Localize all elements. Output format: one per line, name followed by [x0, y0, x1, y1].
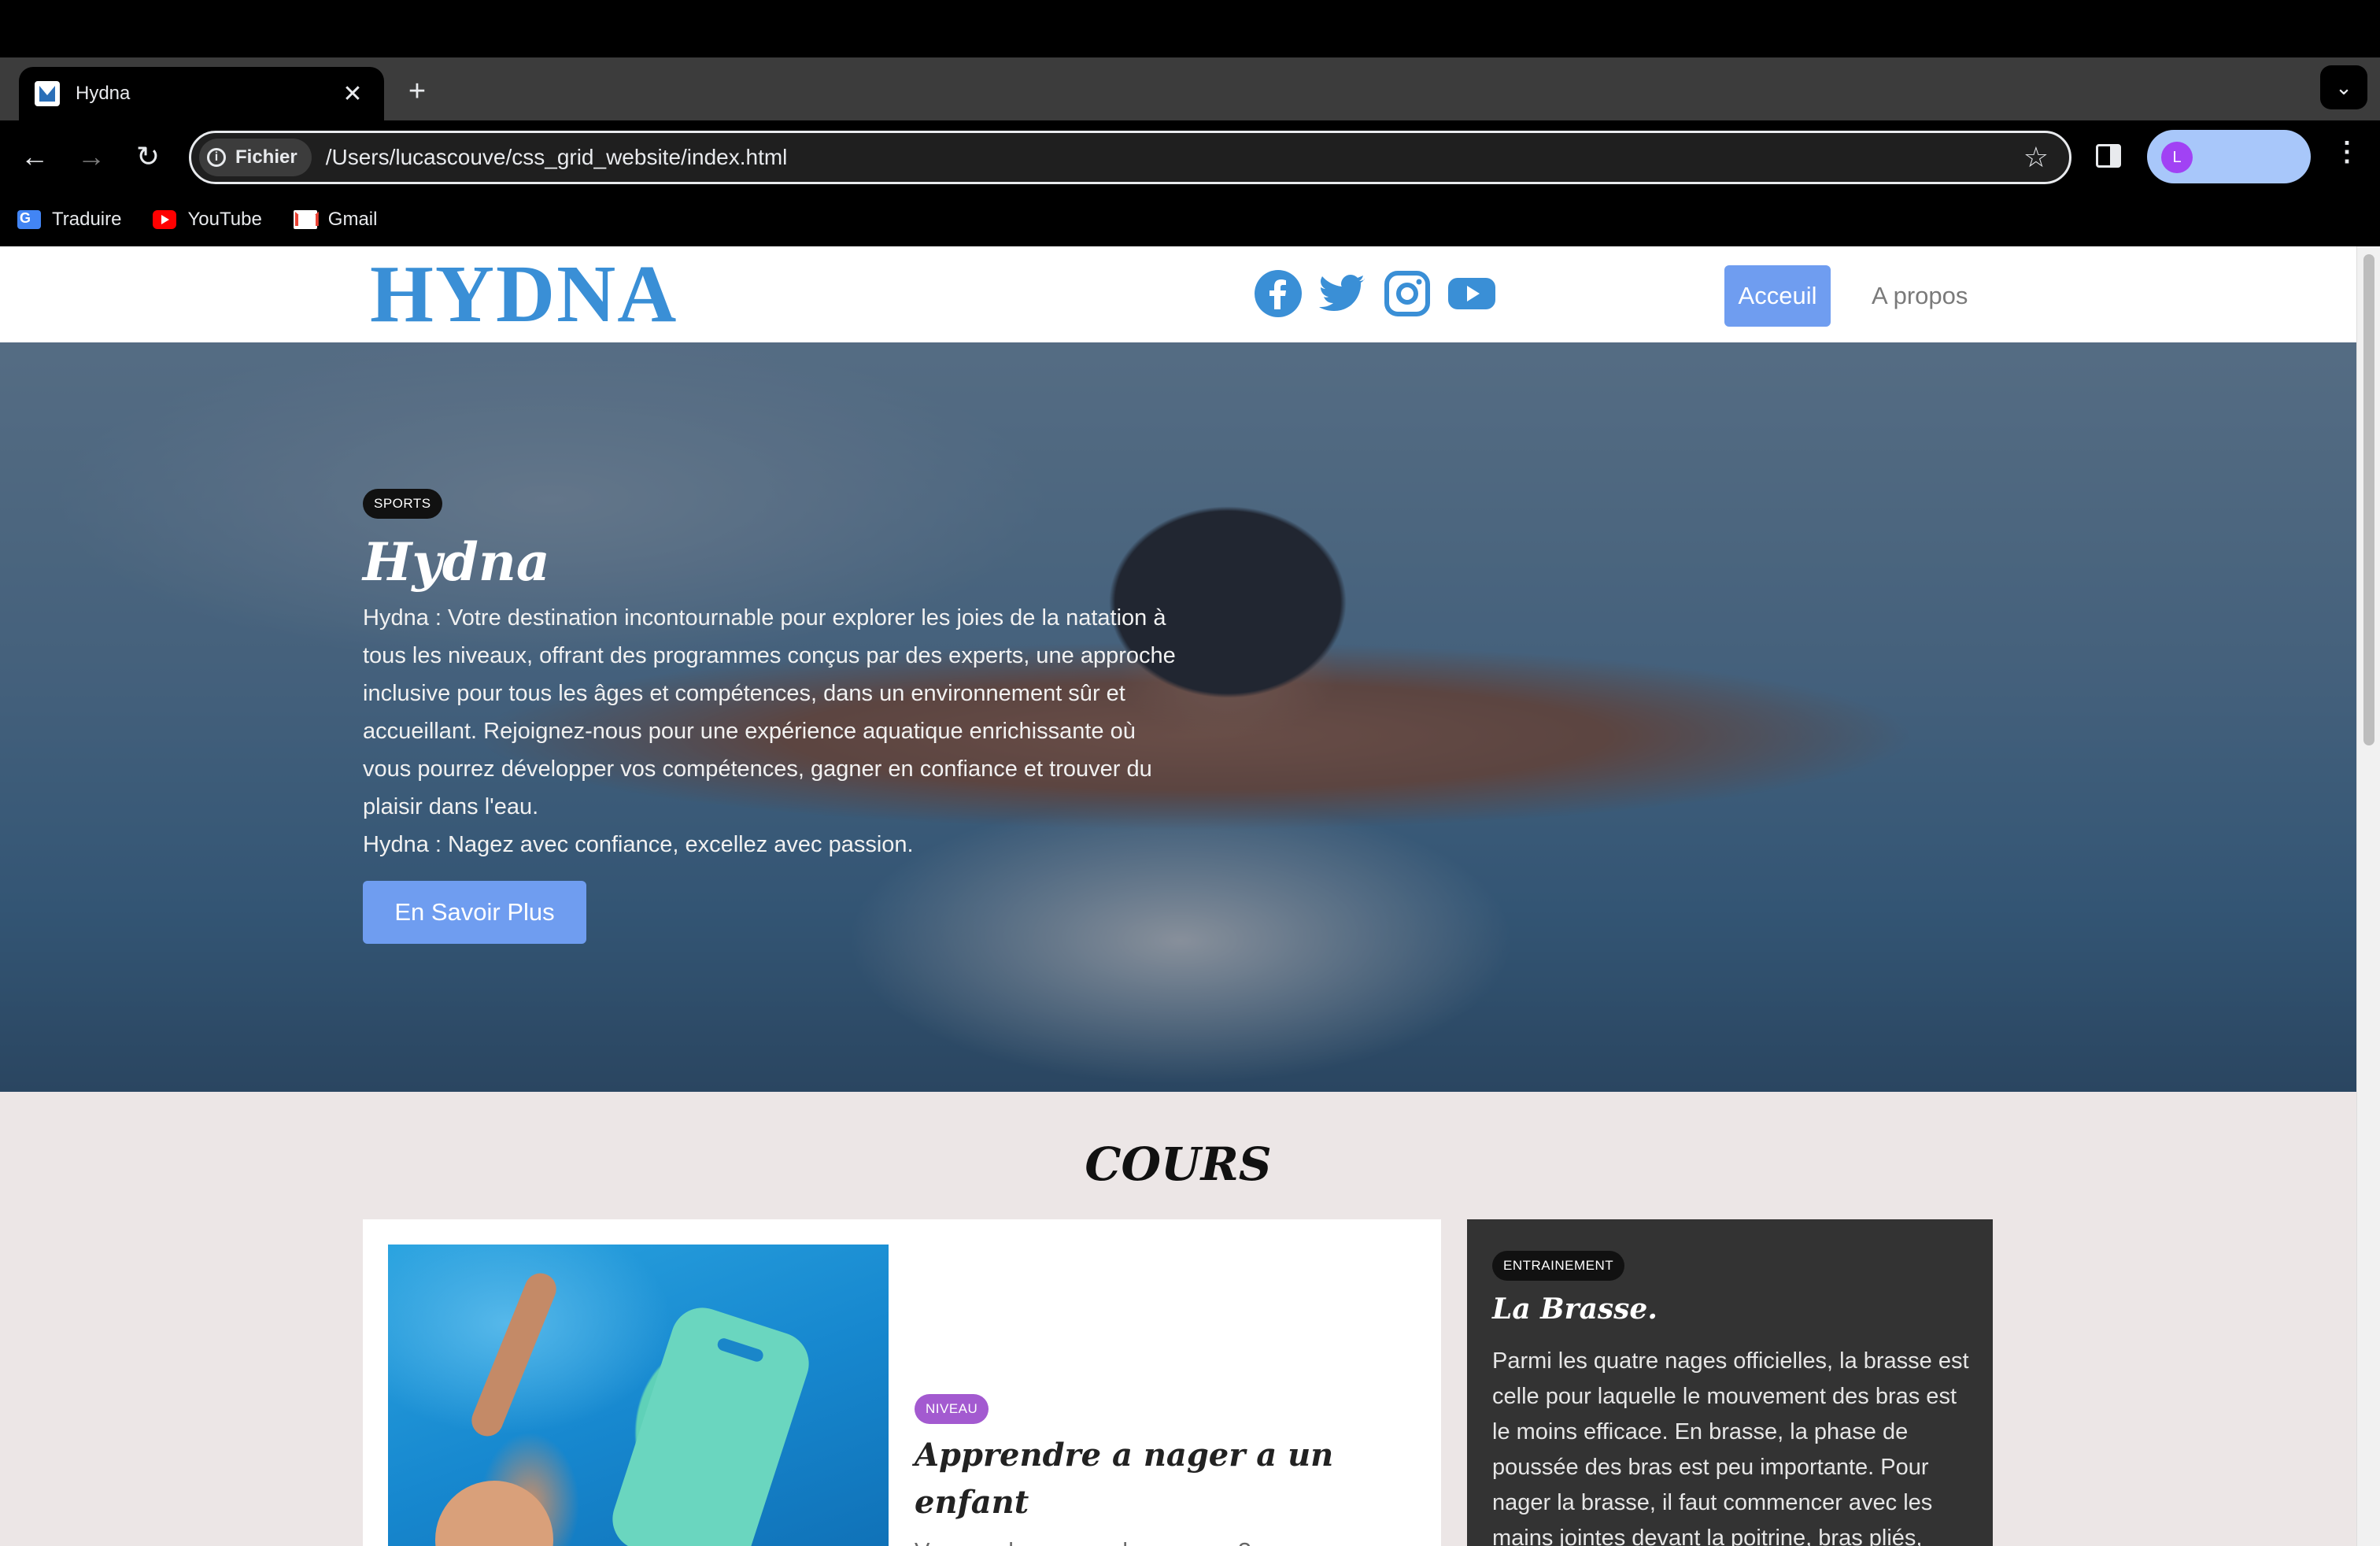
site-favicon-icon — [35, 81, 60, 106]
learn-more-button[interactable]: En Savoir Plus — [363, 881, 586, 944]
facebook-icon[interactable] — [1253, 268, 1303, 319]
tab-title: Hydna — [76, 83, 131, 104]
course-tag: ENTRAINEMENT — [1492, 1251, 1625, 1281]
new-tab-button[interactable]: + — [401, 75, 433, 109]
social-links — [1253, 268, 1497, 319]
gmail-icon — [293, 210, 317, 229]
site-info-chip[interactable]: i Fichier — [199, 139, 312, 176]
page-viewport: HYDNA Acceuil A propos SPORTS Hydna Hydn… — [0, 246, 2380, 1546]
nav-home[interactable]: Acceuil — [1724, 265, 1831, 327]
bookmark-label: Gmail — [327, 209, 378, 230]
bookmarks-bar: Traduire YouTube Gmail — [0, 193, 2380, 246]
hero-banner: SPORTS Hydna Hydna : Votre destination i… — [0, 342, 2356, 1092]
bookmark-label: Traduire — [52, 209, 122, 230]
hero-content: SPORTS Hydna Hydna : Votre destination i… — [363, 489, 1181, 944]
course-card-content: NIVEAU Apprendre a nager a un enfant Vou… — [915, 1394, 1402, 1546]
hero-title: Hydna — [363, 531, 550, 593]
back-arrow-icon[interactable]: ← — [14, 136, 55, 177]
course-image — [388, 1245, 889, 1546]
instagram-icon[interactable] — [1382, 268, 1432, 319]
site-header: HYDNA Acceuil A propos — [0, 246, 2356, 342]
profile-button[interactable]: L — [2147, 130, 2311, 183]
bookmark-translate[interactable]: Traduire — [17, 209, 121, 231]
tab-hydna[interactable]: Hydna ✕ — [19, 67, 384, 120]
course-tag: NIVEAU — [915, 1394, 989, 1424]
info-icon: i — [207, 148, 226, 167]
hero-slogan: Hydna : Nagez avec confiance, excellez a… — [363, 832, 914, 857]
course-title[interactable]: Apprendre a nager a un enfant — [915, 1432, 1402, 1526]
site-logo[interactable]: HYDNA — [370, 251, 678, 338]
section-title: COURS — [1085, 1137, 1272, 1191]
reload-icon[interactable]: ↻ — [128, 136, 168, 177]
bookmark-label: YouTube — [187, 209, 262, 230]
tab-strip: Hydna ✕ + ⌄ — [0, 57, 2380, 120]
side-panel-icon[interactable] — [2096, 144, 2121, 168]
avatar: L — [2161, 142, 2193, 173]
page-scrollbar[interactable] — [2356, 246, 2380, 1546]
translate-icon — [17, 210, 41, 229]
hero-tag: SPORTS — [363, 489, 442, 519]
course-card-child[interactable]: NIVEAU Apprendre a nager a un enfant Vou… — [363, 1219, 1441, 1546]
course-description: Vous voulez apprendre a nager ? nous vou… — [915, 1534, 1402, 1546]
url-text[interactable]: /Users/lucascouve/css_grid_website/index… — [326, 145, 2023, 170]
scrollbar-thumb[interactable] — [2363, 254, 2374, 745]
site-info-label: Fichier — [235, 146, 298, 168]
forward-arrow-icon[interactable]: → — [71, 136, 112, 177]
tab-search-menu-button[interactable]: ⌄ — [2320, 65, 2367, 109]
close-tab-icon[interactable]: ✕ — [337, 80, 368, 108]
twitter-icon[interactable] — [1318, 268, 1368, 319]
browser-toolbar: ← → ↻ i Fichier /Users/lucascouve/css_gr… — [0, 120, 2380, 193]
more-menu-icon[interactable]: ⋮ — [2331, 136, 2363, 168]
nav-about[interactable]: A propos — [1856, 265, 1983, 327]
course-description: Parmi les quatre nages officielles, la b… — [1492, 1348, 1969, 1546]
address-bar[interactable]: i Fichier /Users/lucascouve/css_grid_web… — [189, 131, 2071, 184]
bookmark-star-icon[interactable]: ☆ — [2023, 141, 2049, 174]
youtube-icon — [153, 210, 177, 229]
bookmark-youtube[interactable]: YouTube — [153, 209, 262, 231]
youtube-icon[interactable] — [1447, 268, 1497, 319]
hero-description: Hydna : Votre destination incontournable… — [363, 605, 1176, 819]
course-card-breaststroke[interactable]: ENTRAINEMENT La Brasse. Parmi les quatre… — [1467, 1219, 1993, 1546]
course-title[interactable]: La Brasse. — [1492, 1285, 1972, 1333]
course-card-content: ENTRAINEMENT La Brasse. Parmi les quatre… — [1492, 1251, 1972, 1546]
bookmark-gmail[interactable]: Gmail — [293, 209, 378, 231]
